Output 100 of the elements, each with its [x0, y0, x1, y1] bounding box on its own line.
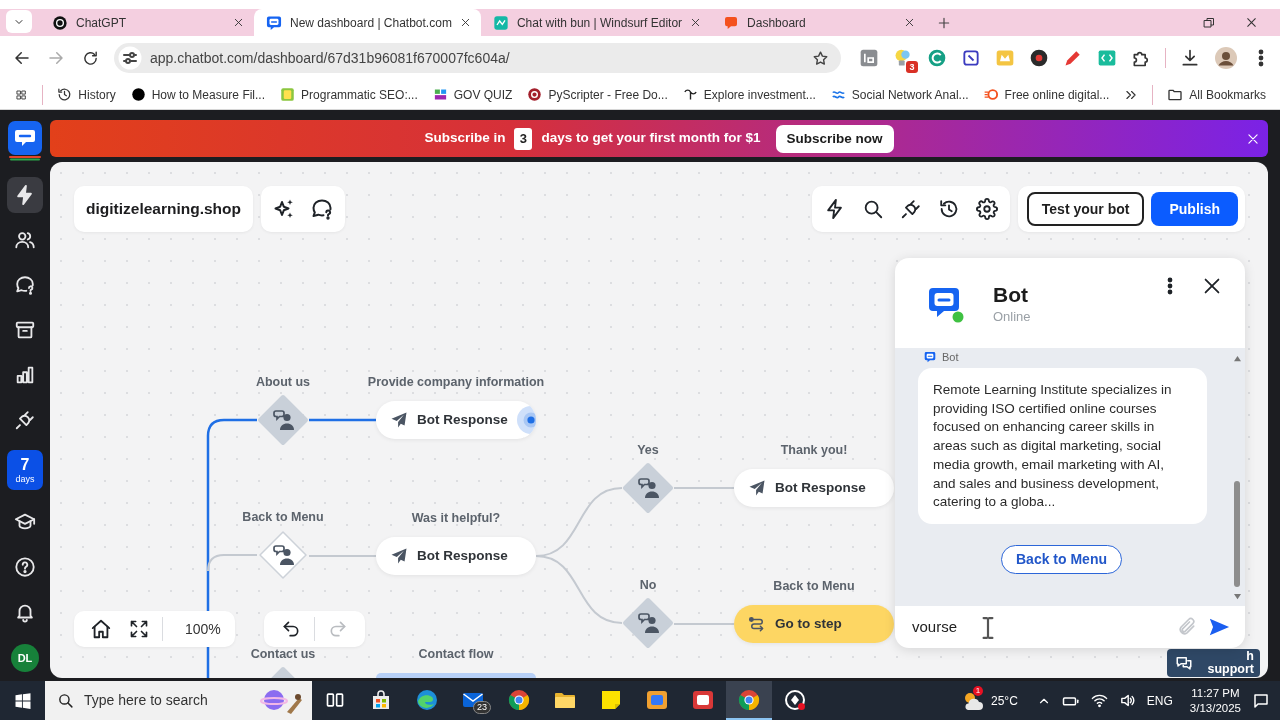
ring-dot-icon — [783, 687, 807, 712]
close-window-icon[interactable] — [1245, 16, 1258, 29]
bot-name: digitizelearning.shop — [74, 186, 253, 232]
node-caption: Thank you! — [780, 443, 848, 457]
user-input-node[interactable] — [257, 394, 309, 446]
node-caption: Contact us — [250, 647, 316, 661]
node-caption: About us — [255, 375, 311, 389]
chat-title: Bot — [993, 282, 1029, 308]
user-chat-icon — [273, 410, 294, 430]
address-bar[interactable]: app.chatbot.com/dashboard/67d31b96081f670007fc604a/ — [114, 43, 841, 73]
go-to-step-node[interactable]: Go to step — [734, 605, 894, 643]
extension-icon[interactable] — [961, 48, 981, 68]
node-caption: Back to Menu — [242, 510, 324, 524]
bookmark-link[interactable]: PyScripter - Free Do... — [527, 85, 668, 104]
extension-badge: 3 — [906, 61, 918, 73]
promo-text: Subscribe in — [424, 129, 506, 148]
paperclip-icon[interactable] — [1177, 617, 1197, 637]
sidebar-button[interactable] — [7, 177, 43, 213]
user-chat-icon — [273, 545, 294, 565]
browser-tab[interactable]: New dashboard | Chatbot.com — [254, 9, 481, 36]
speaker-icon[interactable] — [1118, 692, 1136, 709]
user-input-node[interactable] — [622, 597, 674, 649]
route-icon — [748, 615, 766, 633]
plus-icon[interactable] — [937, 15, 952, 30]
close-banner-button[interactable] — [1246, 131, 1260, 146]
history-icon — [57, 87, 73, 102]
close-icon[interactable] — [690, 17, 702, 28]
bar-chart-icon — [14, 364, 36, 386]
help-icon — [14, 556, 36, 578]
reload-icon — [81, 49, 99, 67]
language-indicator[interactable]: ENG — [1146, 691, 1173, 710]
publish-button[interactable]: Publish — [1151, 192, 1238, 226]
restore-window-icon[interactable] — [1203, 16, 1215, 29]
promo-text: days to get your first month for $1 — [541, 129, 761, 148]
chat-question-icon — [310, 197, 334, 221]
scroll-down-icon — [1232, 593, 1242, 600]
close-icon[interactable] — [233, 17, 244, 28]
bookmark-link[interactable]: Social Network Anal... — [830, 85, 969, 104]
scrollbar-thumb[interactable] — [1234, 481, 1240, 587]
bookmark-link[interactable]: History — [57, 85, 116, 104]
archive-icon — [14, 319, 36, 341]
paper-plane-icon — [390, 547, 408, 565]
send-icon[interactable] — [1207, 616, 1231, 638]
window-panes-icon — [13, 691, 32, 710]
favicon-icon — [432, 87, 448, 102]
favicon-icon — [983, 87, 999, 102]
scroll-up-icon — [1232, 355, 1242, 362]
bookmark-link[interactable]: Explore investment... — [682, 85, 816, 104]
favicon-icon — [682, 87, 698, 102]
trial-badge[interactable]: 7 days — [7, 450, 43, 490]
extension-icon[interactable] — [1029, 48, 1049, 68]
node-caption: Yes — [637, 443, 659, 457]
bookmark-link[interactable]: GOV QUIZ — [432, 85, 513, 104]
browser-tab[interactable]: Chat with bun | Windsurf Editor — [480, 9, 712, 36]
user-input-node[interactable] — [622, 462, 674, 514]
favicon-icon — [130, 87, 146, 102]
browser-tab[interactable]: Dashboard — [711, 9, 926, 36]
site-settings-icon[interactable] — [118, 46, 142, 70]
message-input[interactable]: vourse — [912, 615, 1167, 639]
bot-response-node[interactable]: Bot Response — [376, 401, 536, 439]
search-input[interactable]: Type here to search — [84, 690, 250, 711]
close-icon — [1246, 131, 1260, 146]
bookmark-link[interactable]: All Bookmarks — [1167, 85, 1266, 104]
favicon-icon — [266, 14, 282, 31]
test-bot-button[interactable]: Test your bot — [1026, 192, 1145, 226]
subscribe-button[interactable]: Subscribe now — [775, 124, 894, 153]
star-icon[interactable] — [812, 49, 829, 67]
text-cursor-icon — [981, 617, 995, 639]
search-field[interactable]: Type here to search — [45, 681, 312, 720]
sender-name: Bot — [942, 349, 959, 365]
taskbar-app-button[interactable]: 23 — [450, 681, 496, 720]
fit-screen-icon — [129, 619, 149, 639]
favicon-icon — [52, 14, 68, 31]
notification-icon[interactable] — [1252, 691, 1270, 710]
close-icon[interactable] — [904, 17, 916, 28]
user-chat-icon — [638, 478, 659, 498]
user-input-node[interactable] — [257, 529, 309, 581]
close-icon[interactable] — [459, 17, 471, 28]
message-bubble: Remote Learning Institute specializes in providing ISO certified online courses focused on enhancing career skills in areas such as digital marketing, social media growth, email marketing with AI, and sales and business development, catering to a globa... — [918, 368, 1207, 524]
user-avatar[interactable]: DL — [11, 644, 39, 672]
days-count: 3 — [514, 127, 533, 150]
clock-date: 3/13/2025 — [1189, 700, 1241, 716]
bot-response-node[interactable]: Bot Response — [734, 469, 894, 507]
chat-bubble-logo-icon — [924, 351, 936, 363]
bookmark-link[interactable]: Programmatic SEO:... — [280, 85, 418, 104]
favicon-icon — [527, 87, 543, 102]
quick-reply-button[interactable]: Back to Menu — [1001, 544, 1122, 574]
connection-handle-icon[interactable] — [516, 406, 536, 434]
support-button[interactable]: h support — [1167, 649, 1260, 677]
bot-response-node[interactable]: Bot Response — [376, 537, 536, 575]
bookmark-link[interactable]: How to Measure Fil... — [130, 85, 266, 104]
favicon-icon — [280, 87, 296, 102]
browser-tab[interactable]: ChatGPT — [40, 9, 254, 36]
profile-avatar[interactable] — [1214, 46, 1238, 70]
favicon-icon — [492, 14, 509, 31]
wifi-icon[interactable] — [1090, 692, 1108, 709]
flow-link-node[interactable] — [376, 673, 536, 678]
bookmark-link[interactable]: Free online digital... — [983, 85, 1110, 104]
download-icon[interactable] — [1180, 48, 1200, 68]
app-logo-icon[interactable] — [8, 121, 42, 161]
